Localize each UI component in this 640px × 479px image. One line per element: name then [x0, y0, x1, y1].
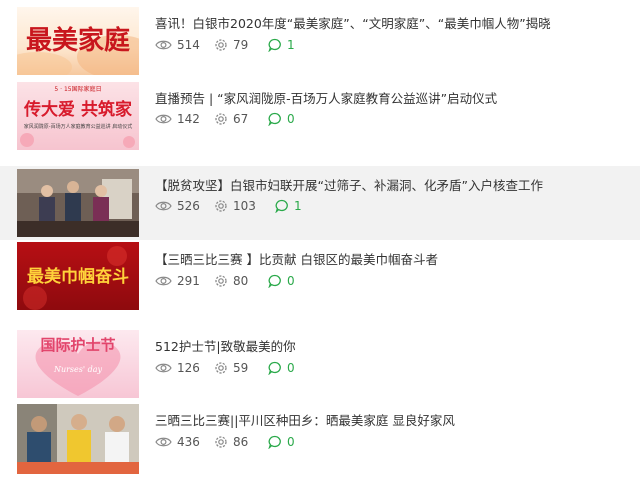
comments-stat[interactable]: 1: [275, 198, 302, 214]
gear-icon: [215, 275, 227, 287]
comments-count: 1: [287, 38, 295, 52]
views-stat: 126: [155, 360, 200, 376]
comments-stat[interactable]: 0: [268, 434, 295, 450]
article-title[interactable]: 三晒三比三赛||平川区种田乡：晒最美家庭 显良好家风: [155, 410, 455, 429]
comments-stat[interactable]: 0: [268, 273, 295, 289]
thumbnail-caption: 最美家庭: [26, 25, 130, 56]
views-stat: 436: [155, 434, 200, 450]
comments-count: 0: [287, 435, 295, 449]
speech-bubble-icon: [268, 435, 281, 449]
eye-icon: [155, 276, 172, 286]
views-count: 142: [177, 112, 200, 126]
likes-stat: 80: [214, 273, 248, 289]
comments-count: 0: [287, 361, 295, 375]
views-count: 126: [177, 361, 200, 375]
likes-count: 80: [233, 274, 249, 288]
thumbnail-caption: 传大爱 共筑家: [23, 99, 132, 120]
gear-icon: [215, 200, 227, 212]
thumbnail-image[interactable]: [17, 169, 139, 237]
thumbnail-top-text: 5 · 15国际家庭日: [54, 85, 101, 93]
eye-icon: [155, 437, 172, 447]
comments-stat[interactable]: 0: [268, 111, 295, 127]
comments-count: 0: [287, 274, 295, 288]
views-count: 291: [177, 274, 200, 288]
views-count: 526: [177, 199, 200, 213]
thumbnail-image[interactable]: 最美巾帼奋斗: [17, 242, 139, 310]
list-item[interactable]: 三晒三比三赛||平川区种田乡：晒最美家庭 显良好家风 436 86 0: [0, 400, 640, 479]
thumbnail-sub-text: 家风润陇原-百场万人家庭教育公益巡讲 启动仪式: [24, 123, 132, 130]
eye-icon: [155, 114, 172, 124]
thumbnail-art: 国际护士节 Nurses' day: [35, 336, 121, 396]
speech-bubble-icon: [275, 199, 288, 213]
thumbnail-caption: 国际护士节: [40, 336, 115, 354]
article-title[interactable]: 直播预告 | “家风润陇原-百场万人家庭教育公益巡讲”启动仪式: [155, 88, 497, 107]
thumbnail-image[interactable]: 5 · 15国际家庭日 传大爱 共筑家 家风润陇原-百场万人家庭教育公益巡讲 启…: [17, 82, 139, 150]
gear-icon: [215, 113, 227, 125]
views-stat: 291: [155, 273, 200, 289]
eye-icon: [155, 201, 172, 211]
likes-stat: 79: [214, 37, 248, 53]
speech-bubble-icon: [268, 38, 281, 52]
thumbnail-sub-text: Nurses' day: [53, 365, 103, 374]
gear-icon: [215, 39, 227, 51]
speech-bubble-icon: [268, 112, 281, 126]
likes-stat: 103: [214, 198, 256, 214]
thumbnail-art: 最美家庭: [17, 25, 139, 75]
article-title[interactable]: 喜讯！白银市2020年度“最美家庭”、“文明家庭”、“最美巾帼人物”揭晓: [155, 13, 551, 32]
thumbnail-art: [17, 404, 139, 474]
likes-count: 67: [233, 112, 249, 126]
views-count: 436: [177, 435, 200, 449]
likes-count: 59: [233, 361, 249, 375]
likes-count: 103: [233, 199, 256, 213]
eye-icon: [155, 363, 172, 373]
article-title[interactable]: 512护士节|致敬最美的你: [155, 336, 296, 355]
list-item[interactable]: 5 · 15国际家庭日 传大爱 共筑家 家风润陇原-百场万人家庭教育公益巡讲 启…: [0, 78, 640, 158]
article-title[interactable]: 【脱贫攻坚】白银市妇联开展“过筛子、补漏洞、化矛盾”入户核查工作: [155, 175, 543, 194]
list-item[interactable]: 最美巾帼奋斗 【三晒三比三赛 】比贡献 白银区的最美巾帼奋斗者 291 80 0: [0, 241, 640, 319]
comments-count: 1: [294, 199, 302, 213]
likes-stat: 59: [214, 360, 248, 376]
likes-stat: 86: [214, 434, 248, 450]
speech-bubble-icon: [268, 361, 281, 375]
views-stat: 526: [155, 198, 200, 214]
thumbnail-image[interactable]: 国际护士节 Nurses' day: [17, 330, 139, 398]
thumbnail-image[interactable]: 最美家庭: [17, 7, 139, 75]
list-item[interactable]: 国际护士节 Nurses' day 512护士节|致敬最美的你 126 59 0: [0, 326, 640, 400]
list-item[interactable]: 【脱贫攻坚】白银市妇联开展“过筛子、补漏洞、化矛盾”入户核查工作 526 103…: [0, 166, 640, 240]
likes-stat: 67: [214, 111, 248, 127]
list-item[interactable]: 最美家庭 喜讯！白银市2020年度“最美家庭”、“文明家庭”、“最美巾帼人物”揭…: [0, 5, 640, 77]
views-count: 514: [177, 38, 200, 52]
thumbnail-art: 最美巾帼奋斗: [23, 246, 129, 310]
likes-count: 79: [233, 38, 249, 52]
views-stat: 142: [155, 111, 200, 127]
gear-icon: [215, 362, 227, 374]
comments-stat[interactable]: 0: [268, 360, 295, 376]
views-stat: 514: [155, 37, 200, 53]
thumbnail-art: [17, 169, 139, 237]
thumbnail-caption: 最美巾帼奋斗: [27, 266, 129, 287]
eye-icon: [155, 40, 172, 50]
thumbnail-image[interactable]: [17, 404, 139, 474]
speech-bubble-icon: [268, 274, 281, 288]
article-title[interactable]: 【三晒三比三赛 】比贡献 白银区的最美巾帼奋斗者: [155, 249, 438, 268]
thumbnail-art: 5 · 15国际家庭日 传大爱 共筑家 家风润陇原-百场万人家庭教育公益巡讲 启…: [20, 85, 135, 148]
comments-count: 0: [287, 112, 295, 126]
gear-icon: [215, 436, 227, 448]
comments-stat[interactable]: 1: [268, 37, 295, 53]
likes-count: 86: [233, 435, 249, 449]
